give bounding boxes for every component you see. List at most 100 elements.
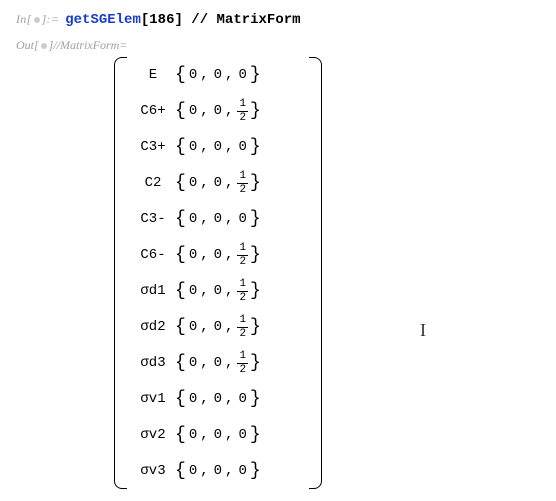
comma: , (200, 248, 210, 262)
left-brace-icon: { (175, 390, 186, 408)
fraction: 12 (237, 279, 248, 304)
vector-element: 0 (186, 212, 200, 226)
row-label: σv1 (131, 392, 175, 406)
comma: , (200, 104, 210, 118)
vector-element: 0 (186, 68, 200, 82)
comma: , (225, 68, 235, 82)
left-brace-icon: { (175, 462, 186, 480)
row-vector: {0,0,12} (175, 315, 305, 340)
left-paren-icon (114, 57, 127, 489)
matrix-row: σv2{0,0,0} (131, 417, 305, 453)
vector-element: 0 (211, 212, 225, 226)
matrix-row: C3-{0,0,0} (131, 201, 305, 237)
fraction: 12 (237, 243, 248, 268)
postfix-op: // (183, 12, 217, 28)
right-brace-icon: } (250, 210, 261, 228)
vector-element: 0 (186, 104, 200, 118)
matrix-row: C3+{0,0,0} (131, 129, 305, 165)
comma: , (225, 212, 235, 226)
in-suffix: ]:= (42, 12, 60, 26)
vector-element: 0 (211, 104, 225, 118)
row-vector: {0,0,0} (175, 66, 305, 84)
matrix-body: E{0,0,0}C6+{0,0,12}C3+{0,0,0}C2{0,0,12}C… (131, 57, 305, 489)
vector-element: 0 (211, 428, 225, 442)
input-code[interactable]: getSGElem[186] // MatrixForm (65, 12, 300, 28)
out-label: Out[]//MatrixForm= (16, 38, 540, 53)
row-vector: {0,0,0} (175, 426, 305, 444)
left-brace-icon: { (175, 246, 186, 264)
comma: , (200, 176, 210, 190)
comma: , (225, 248, 235, 262)
vector-element: 0 (186, 248, 200, 262)
vector-element: 0 (211, 176, 225, 190)
vector-element: 0 (186, 464, 200, 478)
comma: , (200, 284, 210, 298)
vector-element: 0 (235, 392, 249, 406)
comma: , (200, 392, 210, 406)
right-brace-icon: } (250, 246, 261, 264)
vector-element: 0 (235, 140, 249, 154)
row-vector: {0,0,0} (175, 462, 305, 480)
right-brace-icon: } (250, 354, 261, 372)
left-brace-icon: { (175, 138, 186, 156)
left-brace-icon: { (175, 66, 186, 84)
fraction: 12 (237, 171, 248, 196)
left-brace-icon: { (175, 354, 186, 372)
matrix-row: σd1{0,0,12} (131, 273, 305, 309)
text-cursor-icon: I (420, 320, 426, 341)
close-bracket: ] (175, 12, 183, 28)
vector-element: 0 (186, 428, 200, 442)
matrix-row: σv3{0,0,0} (131, 453, 305, 489)
row-label: σd1 (131, 284, 175, 298)
right-brace-icon: } (250, 174, 261, 192)
comma: , (200, 356, 210, 370)
vector-element: 0 (186, 176, 200, 190)
comma: , (225, 392, 235, 406)
vector-element: 0 (211, 392, 225, 406)
fraction: 12 (237, 315, 248, 340)
vector-element: 0 (235, 464, 249, 478)
matrix-output: E{0,0,0}C6+{0,0,12}C3+{0,0,0}C2{0,0,12}C… (114, 57, 540, 489)
right-brace-icon: } (250, 66, 261, 84)
vector-element: 0 (186, 392, 200, 406)
vector-element: 0 (235, 212, 249, 226)
comma: , (200, 140, 210, 154)
matrix-row: σv1{0,0,0} (131, 381, 305, 417)
vector-element: 0 (211, 320, 225, 334)
out-suffix: ]//MatrixForm= (49, 38, 128, 52)
row-label: σd3 (131, 356, 175, 370)
comma: , (225, 428, 235, 442)
right-brace-icon: } (250, 318, 261, 336)
row-vector: {0,0,12} (175, 171, 305, 196)
fraction: 12 (237, 351, 248, 376)
input-cell[interactable]: In[ ]:= getSGElem[186] // MatrixForm (16, 12, 540, 28)
matrix-row: C6+{0,0,12} (131, 93, 305, 129)
right-brace-icon: } (250, 138, 261, 156)
comma: , (200, 320, 210, 334)
row-label: E (131, 68, 175, 82)
row-vector: {0,0,0} (175, 390, 305, 408)
comma: , (200, 212, 210, 226)
comma: , (225, 176, 235, 190)
vector-element: 0 (235, 428, 249, 442)
left-brace-icon: { (175, 174, 186, 192)
left-brace-icon: { (175, 426, 186, 444)
in-prefix: In[ (16, 12, 32, 26)
comma: , (225, 320, 235, 334)
row-vector: {0,0,0} (175, 210, 305, 228)
vector-element: 0 (186, 140, 200, 154)
row-label: C3- (131, 212, 175, 226)
row-vector: {0,0,0} (175, 138, 305, 156)
matrix-row: E{0,0,0} (131, 57, 305, 93)
in-label: In[ ]:= (16, 12, 59, 27)
matrix-row: σd2{0,0,12} (131, 309, 305, 345)
vector-element: 0 (211, 356, 225, 370)
right-brace-icon: } (250, 102, 261, 120)
right-paren-icon (309, 57, 322, 489)
row-vector: {0,0,12} (175, 279, 305, 304)
comma: , (200, 428, 210, 442)
vector-element: 0 (211, 140, 225, 154)
comma: , (200, 68, 210, 82)
row-vector: {0,0,12} (175, 243, 305, 268)
comma: , (225, 284, 235, 298)
